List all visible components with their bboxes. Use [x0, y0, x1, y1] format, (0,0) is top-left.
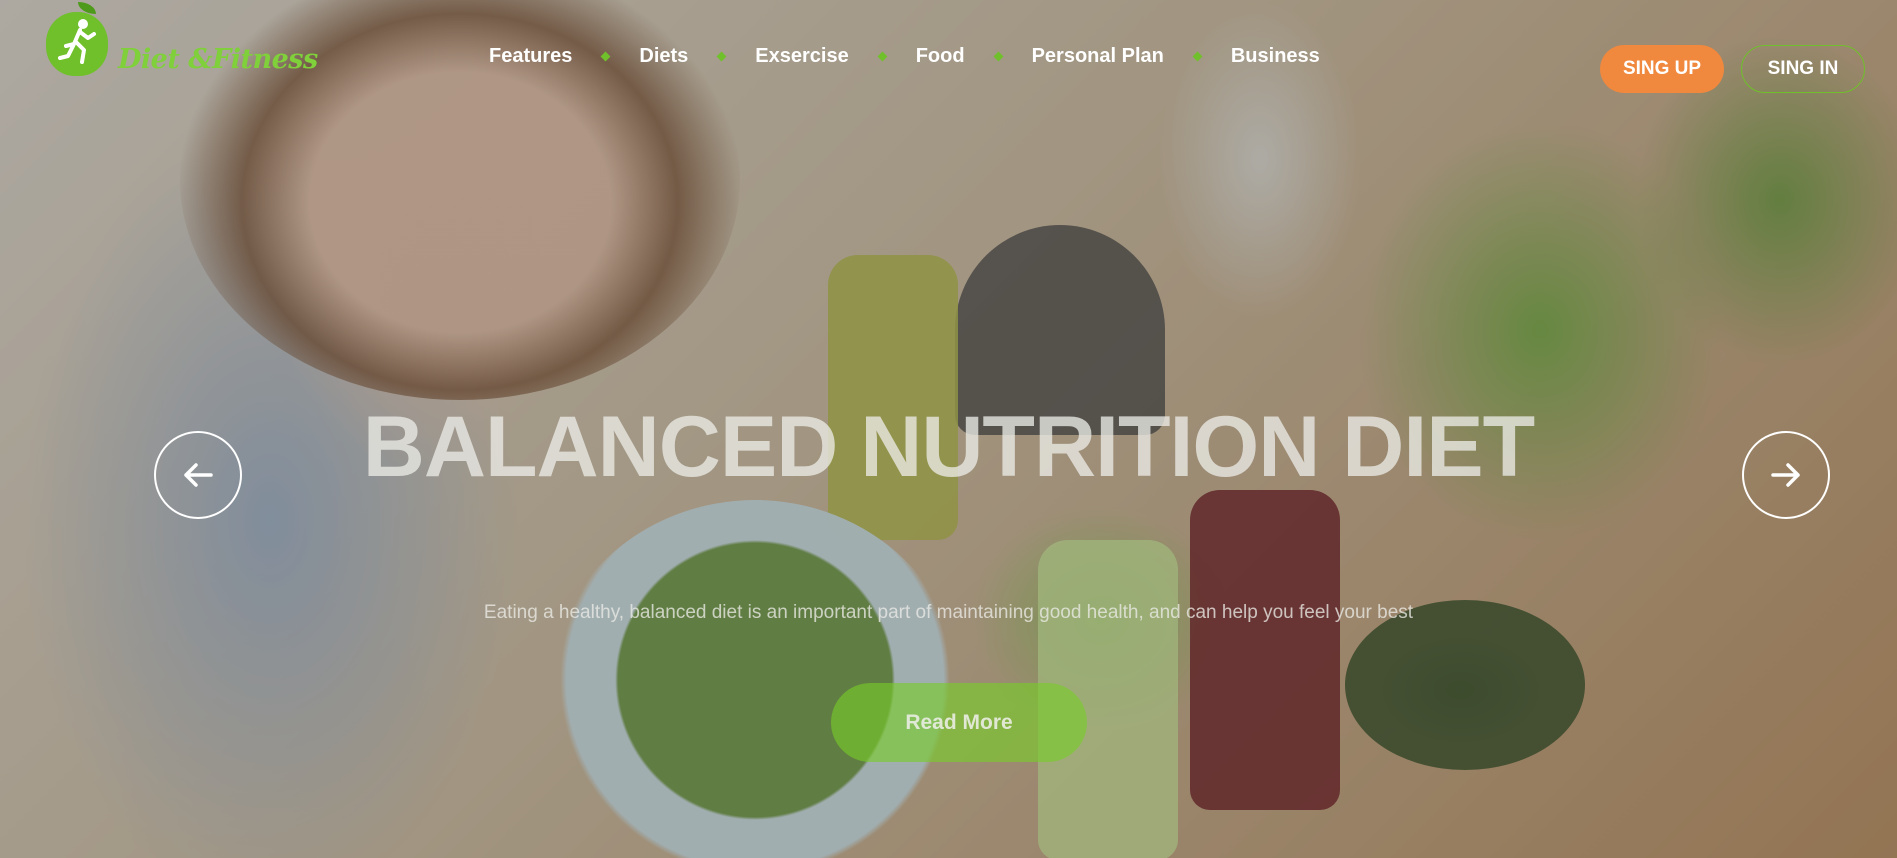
nav-item-features[interactable]: Features [489, 43, 572, 69]
arrow-left-icon [184, 463, 213, 487]
nav-separator-icon [716, 51, 727, 61]
hero-subtitle: Eating a healthy, balanced diet is an im… [483, 602, 1414, 623]
carousel-next-button[interactable] [1742, 431, 1830, 519]
arrow-right-icon [1771, 463, 1800, 487]
nav-item-personal-plan[interactable]: Personal Plan [1032, 43, 1164, 69]
nav-separator-icon [600, 51, 611, 61]
nav-separator-icon [993, 51, 1004, 61]
nav-item-food[interactable]: Food [916, 43, 965, 69]
carousel-prev-button[interactable] [154, 431, 242, 519]
sign-in-button[interactable]: SING IN [1741, 45, 1865, 93]
nav-item-business[interactable]: Business [1231, 43, 1320, 69]
sign-up-button[interactable]: SING UP [1600, 45, 1724, 93]
hero-headline: BALANCED NUTRITION DIET [362, 399, 1535, 495]
runner-icon [58, 19, 96, 64]
brand-logo[interactable]: Diet &Fitness [44, 0, 318, 86]
navbar: Diet &Fitness Features Diets Exsercise F… [0, 0, 1897, 130]
nav-separator-icon [1192, 51, 1203, 61]
nav-separator-icon [877, 51, 888, 61]
nav-item-exercise[interactable]: Exsercise [755, 43, 848, 69]
brand-name: Diet &Fitness [118, 44, 318, 75]
nav-item-diets[interactable]: Diets [639, 43, 688, 69]
main-nav: Features Diets Exsercise Food Personal P… [489, 45, 1320, 82]
read-more-button[interactable]: Read More [831, 683, 1087, 762]
